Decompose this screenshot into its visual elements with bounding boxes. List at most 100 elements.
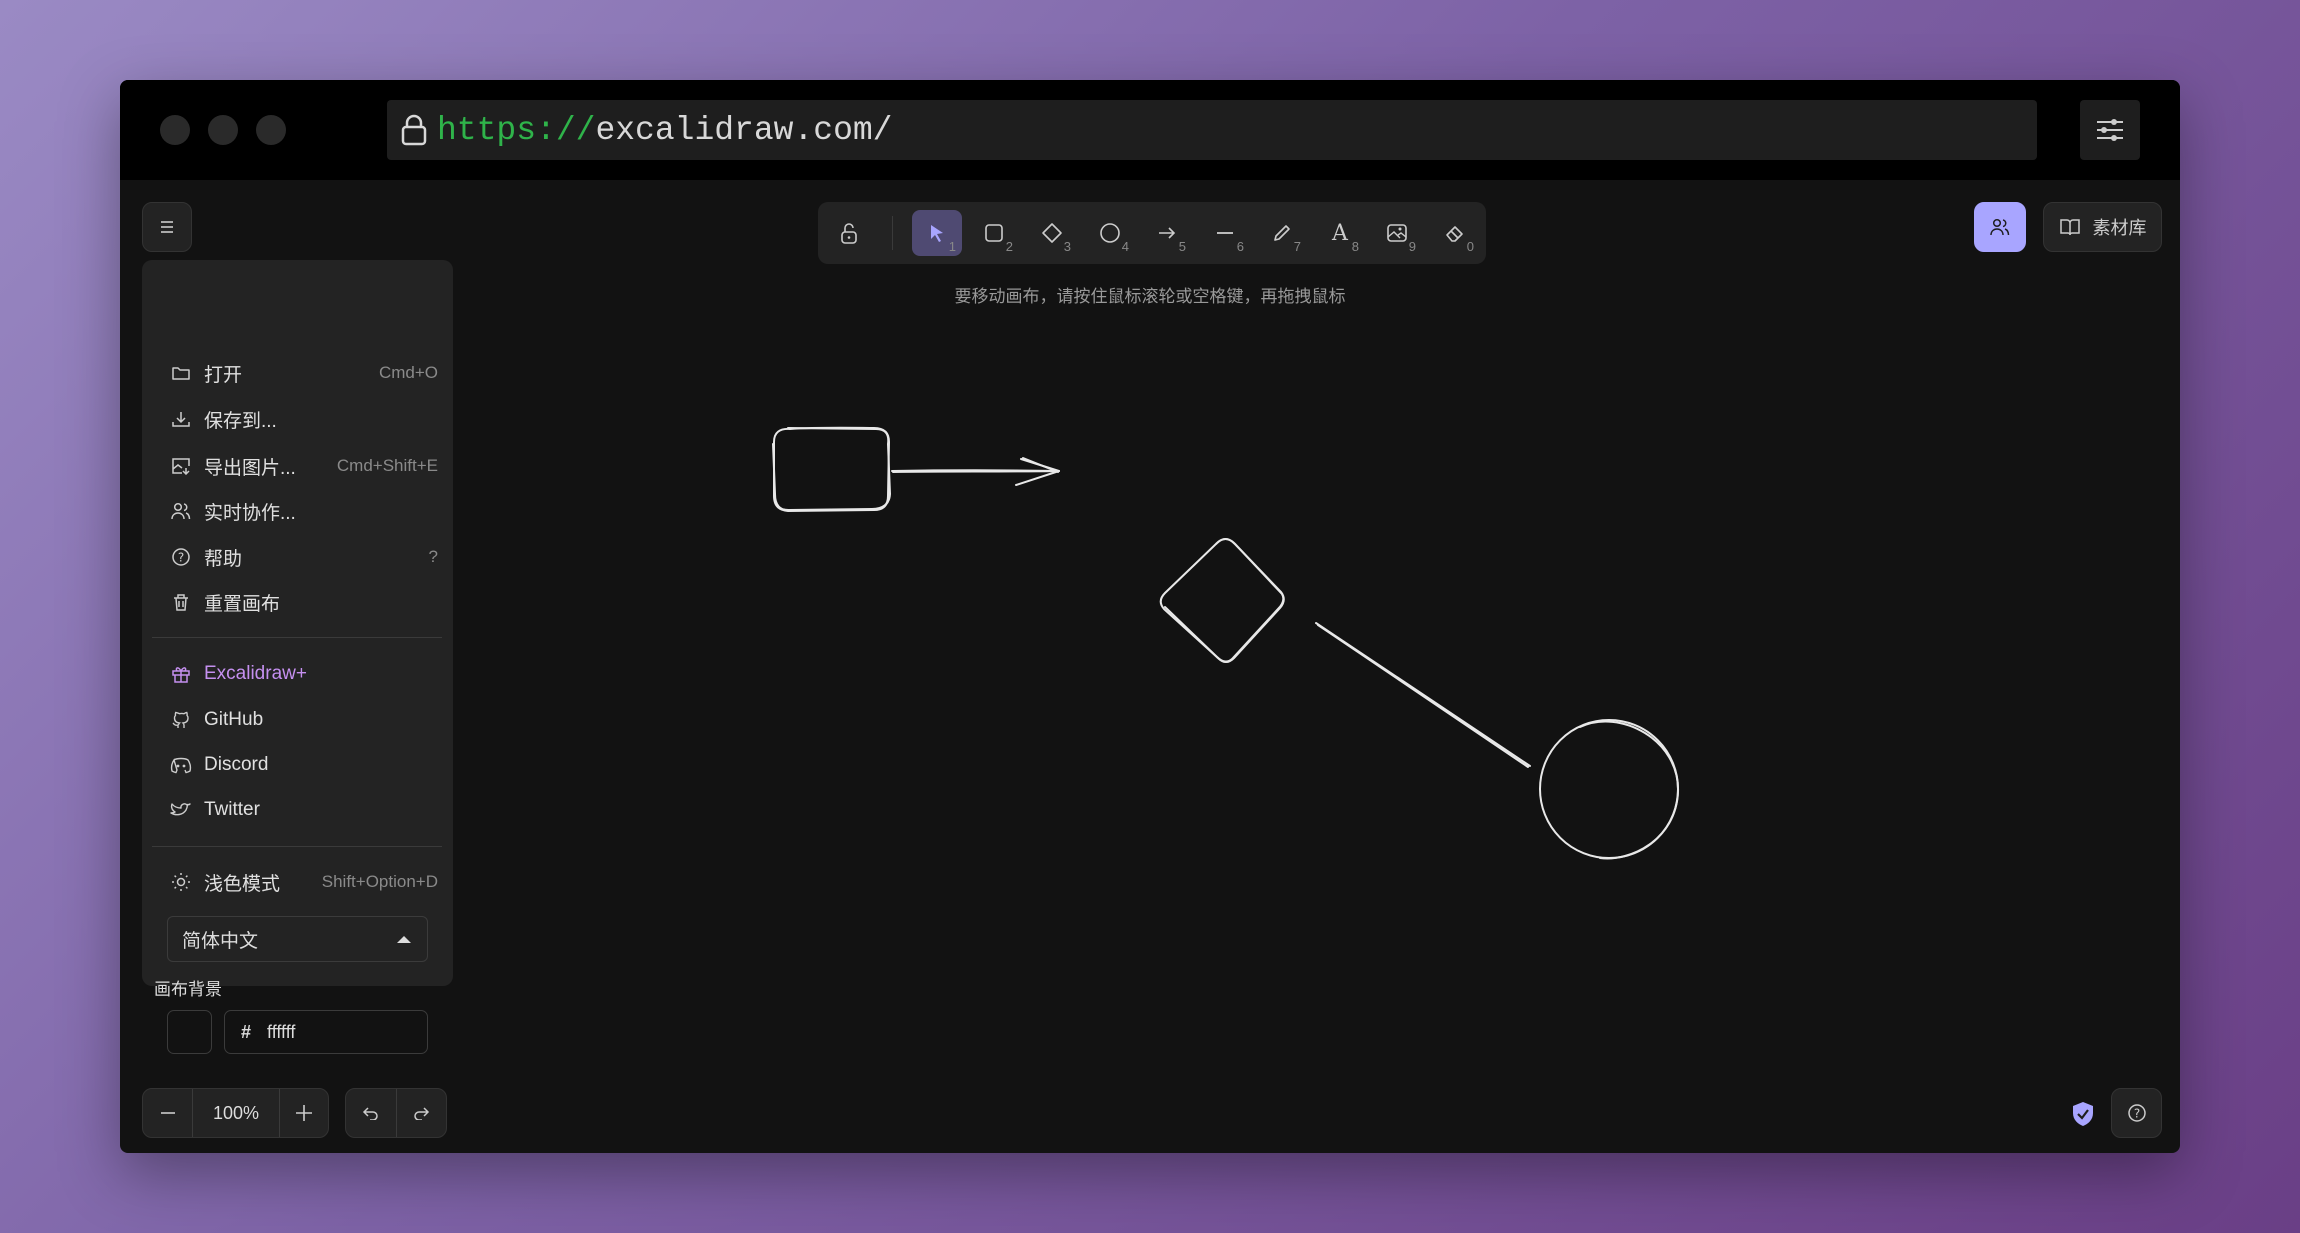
minus-icon xyxy=(160,1112,175,1114)
menu-item-label: 导出图片... xyxy=(204,457,296,479)
menu-divider xyxy=(152,637,442,638)
menu-link-discord[interactable]: Discord xyxy=(152,745,442,785)
export-image-icon xyxy=(168,457,194,475)
pointer-icon xyxy=(931,225,943,242)
redo-icon xyxy=(414,1107,430,1120)
tool-key: 8 xyxy=(1351,239,1359,254)
tool-key: 9 xyxy=(1408,239,1416,254)
canvas-background-swatch[interactable] xyxy=(167,1010,212,1054)
tool-key: 1 xyxy=(948,239,956,254)
menu-item-help[interactable]: ? 帮助? xyxy=(152,537,442,577)
tool-selection[interactable]: 1 xyxy=(912,210,962,256)
trash-icon xyxy=(168,592,194,612)
language-value: 简体中文 xyxy=(182,930,259,952)
menu-item-label: GitHub xyxy=(204,709,264,730)
download-icon xyxy=(168,410,194,428)
pencil-icon xyxy=(1274,225,1290,241)
tool-eraser[interactable]: 0 xyxy=(1430,210,1480,256)
image-icon xyxy=(1387,224,1407,242)
menu-item-live-collab[interactable]: 实时协作... xyxy=(152,491,442,531)
tool-key: 3 xyxy=(1063,239,1071,254)
undo-redo-controls xyxy=(345,1088,447,1138)
menu-item-label: 帮助 xyxy=(204,548,243,570)
menu-item-shortcut: ? xyxy=(428,547,438,566)
tool-key: 2 xyxy=(1005,239,1013,254)
library-label: 素材库 xyxy=(2092,218,2147,238)
rectangle-icon xyxy=(985,224,1003,242)
diamond-icon xyxy=(1042,223,1062,243)
eraser-icon xyxy=(1446,226,1463,242)
unlock-icon xyxy=(841,223,857,244)
zoom-controls: 100% xyxy=(142,1088,329,1138)
main-menu-dropdown: 打开 Cmd+O 保存到... 导出图片... Cmd+Shift+E 实时协作..… xyxy=(142,260,453,1054)
zoom-out-button[interactable] xyxy=(143,1089,193,1137)
svg-text:?: ? xyxy=(178,551,184,565)
menu-link-excalidraw-plus[interactable]: Excalidraw+ xyxy=(152,654,442,694)
shield-check-icon[interactable] xyxy=(2072,1101,2094,1127)
browser-window: https://excalidraw.com/ 1 2 3 4 5 6 7 A … xyxy=(120,80,2180,1153)
menu-item-shortcut: Shift+Option+D xyxy=(321,872,438,891)
discord-icon xyxy=(168,756,194,774)
help-icon: ? xyxy=(2127,1104,2146,1122)
line-shape xyxy=(1315,622,1531,768)
plus-icon xyxy=(296,1105,312,1121)
tool-arrow[interactable]: 5 xyxy=(1142,210,1192,256)
tool-image[interactable]: 9 xyxy=(1372,210,1422,256)
canvas-background-input[interactable]: # ffffff xyxy=(224,1010,428,1054)
toolbar-divider xyxy=(892,216,893,250)
sun-icon xyxy=(168,872,194,892)
menu-item-open[interactable]: 打开 Cmd+O xyxy=(152,353,442,393)
menu-item-label: 重置画布 xyxy=(204,593,281,615)
zoom-in-button[interactable] xyxy=(280,1089,328,1137)
tool-line[interactable]: 6 xyxy=(1200,210,1250,256)
lock-tool-button[interactable] xyxy=(824,210,874,256)
rectangle-shape xyxy=(772,426,892,513)
menu-item-reset-canvas[interactable]: 重置画布 xyxy=(152,582,442,622)
tool-key: 5 xyxy=(1178,239,1186,254)
menu-item-label: 实时协作... xyxy=(204,502,296,524)
undo-icon xyxy=(362,1107,378,1120)
tool-text[interactable]: A8 xyxy=(1315,210,1365,256)
tool-key: 0 xyxy=(1466,239,1474,254)
diamond-shape xyxy=(1159,538,1285,663)
shapes-toolbar: 1 2 3 4 5 6 7 A8 9 0 xyxy=(818,202,1486,264)
help-button[interactable]: ? xyxy=(2111,1088,2162,1138)
redo-button[interactable] xyxy=(397,1089,447,1137)
line-icon xyxy=(1217,232,1233,234)
book-icon xyxy=(2059,219,2080,236)
ellipse-shape xyxy=(1539,719,1680,860)
menu-item-label: Discord xyxy=(204,754,269,775)
library-button[interactable]: 素材库 xyxy=(2043,202,2162,252)
menu-item-shortcut: Cmd+O xyxy=(378,363,438,382)
hash-prefix: # xyxy=(241,1021,252,1042)
menu-item-export-image[interactable]: 导出图片... Cmd+Shift+E xyxy=(152,446,442,486)
folder-icon xyxy=(168,365,194,381)
menu-item-save[interactable]: 保存到... xyxy=(152,399,442,439)
help-icon: ? xyxy=(168,547,194,567)
menu-item-label: Twitter xyxy=(204,799,260,820)
tool-key: 7 xyxy=(1293,239,1301,254)
arrow-shape xyxy=(891,457,1060,486)
menu-item-shortcut: Cmd+Shift+E xyxy=(336,456,438,475)
menu-item-label: 浅色模式 xyxy=(204,873,281,895)
tool-ellipse[interactable]: 4 xyxy=(1085,210,1135,256)
tool-diamond[interactable]: 3 xyxy=(1027,210,1077,256)
menu-link-github[interactable]: GitHub xyxy=(152,700,442,740)
ellipse-icon xyxy=(1100,223,1120,243)
gift-icon xyxy=(168,664,194,684)
main-menu-button[interactable] xyxy=(142,202,192,252)
menu-item-theme-toggle[interactable]: 浅色模式 Shift+Option+D xyxy=(152,862,442,902)
language-select[interactable]: 简体中文 xyxy=(167,916,428,962)
menu-item-label: Excalidraw+ xyxy=(204,663,307,684)
zoom-reset-button[interactable]: 100% xyxy=(193,1089,280,1137)
hamburger-icon xyxy=(161,221,173,233)
svg-text:?: ? xyxy=(2133,1107,2139,1121)
github-icon xyxy=(168,710,194,730)
tool-draw[interactable]: 7 xyxy=(1257,210,1307,256)
live-collaboration-button[interactable] xyxy=(1974,202,2026,252)
undo-button[interactable] xyxy=(346,1089,397,1137)
caret-up-icon xyxy=(397,936,411,943)
arrow-icon xyxy=(1159,227,1176,239)
tool-rectangle[interactable]: 2 xyxy=(969,210,1019,256)
menu-link-twitter[interactable]: Twitter xyxy=(152,790,442,830)
